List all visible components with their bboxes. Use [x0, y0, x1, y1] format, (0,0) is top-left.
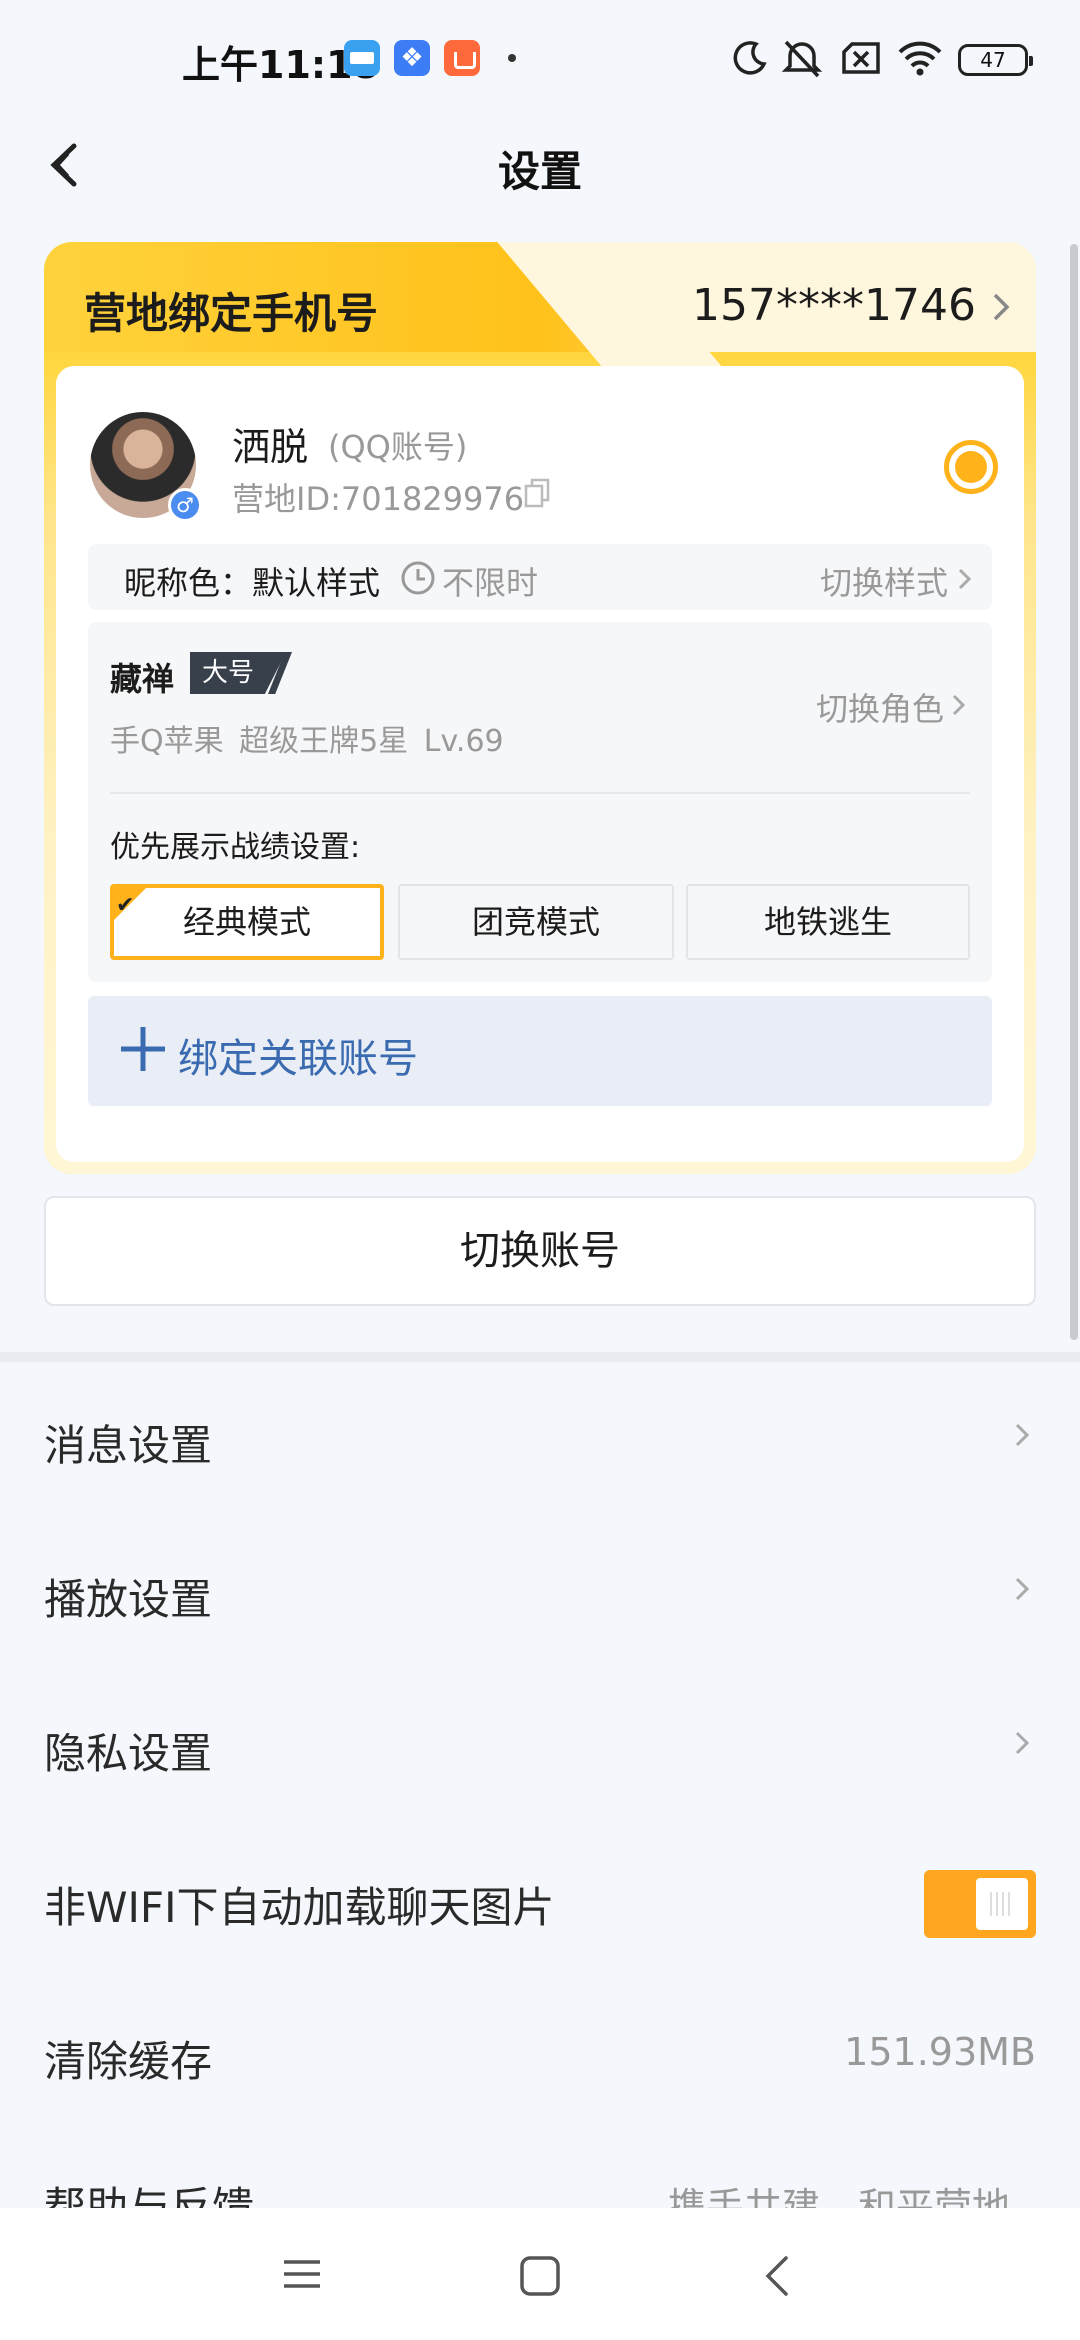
- toggle-knob: [976, 1878, 1028, 1930]
- chevron-right-icon: [1015, 1731, 1030, 1755]
- nickname-color-row[interactable]: 昵称色：默认样式 不限时 切换样式: [88, 544, 992, 610]
- account-type: (QQ账号): [328, 428, 468, 466]
- more-notifications-dot: [508, 54, 516, 62]
- cache-size: 151.93MB: [844, 2030, 1036, 2074]
- role-name: 藏禅: [110, 660, 175, 698]
- priority-record-label: 优先展示战绩设置:: [110, 830, 361, 865]
- settings-item-message[interactable]: 消息设置: [0, 1362, 1080, 1516]
- mode-classic-button[interactable]: ✔ 经典模式: [110, 884, 384, 960]
- nickname-duration: 不限时: [442, 564, 539, 602]
- shop-app-icon: [444, 40, 480, 76]
- settings-item-label: 非WIFI下自动加载聊天图片: [44, 1883, 555, 1932]
- settings-item-label: 隐私设置: [44, 1729, 213, 1778]
- bind-linked-account-label: 绑定关联账号: [178, 1036, 418, 1082]
- chevron-right-icon[interactable]: [990, 290, 1012, 324]
- help-slogan: 携手共建，和平营地: [667, 2185, 1010, 2210]
- sim-off-icon: [842, 42, 880, 74]
- account-selected-radio[interactable]: [944, 440, 998, 494]
- nickname-color-label: 昵称色：默认样式: [124, 564, 381, 602]
- divider: [110, 792, 970, 794]
- home-icon[interactable]: [518, 2254, 562, 2298]
- back-icon[interactable]: [762, 2254, 792, 2298]
- account-card: 营地绑定手机号 157****1746 ♂ 洒脱 (QQ账号) 营地ID:701…: [44, 242, 1036, 1174]
- battery-icon: 47: [958, 44, 1033, 76]
- scrollbar[interactable]: [1070, 244, 1078, 1340]
- mode-label: 地铁逃生: [763, 903, 892, 941]
- moon-icon: [733, 41, 767, 75]
- settings-item-label: 消息设置: [44, 1421, 213, 1470]
- blue-app-icon: [394, 40, 430, 76]
- role-detail: 手Q苹果 超级王牌5星 Lv.69: [110, 724, 504, 759]
- chevron-right-icon: [1015, 1423, 1030, 1447]
- bind-phone-label: 营地绑定手机号: [84, 289, 379, 338]
- settings-item-playback[interactable]: 播放设置: [0, 1516, 1080, 1670]
- settings-item-clear-cache[interactable]: 清除缓存 151.93MB: [0, 1978, 1080, 2132]
- plus-icon: [121, 1027, 165, 1071]
- auto-load-images-toggle[interactable]: [924, 1870, 1036, 1938]
- settings-item-label: 清除缓存: [44, 2037, 213, 2086]
- settings-item-label: 帮助与反馈: [44, 2183, 255, 2210]
- menu-icon[interactable]: [282, 2254, 322, 2294]
- camp-id: 营地ID:701829976: [232, 480, 525, 518]
- mute-icon: [781, 40, 823, 78]
- mode-team-button[interactable]: 团竞模式: [398, 884, 674, 960]
- copy-icon[interactable]: [524, 478, 550, 508]
- settings-item-help[interactable]: 帮助与反馈 携手共建，和平营地: [0, 2154, 1080, 2210]
- male-gender-icon: ♂: [168, 488, 202, 522]
- calendar-app-icon: [344, 40, 380, 76]
- bind-linked-account-button[interactable]: 绑定关联账号: [88, 996, 992, 1106]
- wifi-icon: [898, 41, 942, 76]
- switch-style-link[interactable]: 切换样式: [820, 558, 948, 604]
- switch-account-button[interactable]: 切换账号: [44, 1196, 1036, 1306]
- switch-role-link[interactable]: 切换角色: [816, 684, 944, 730]
- bound-phone-number[interactable]: 157****1746: [692, 280, 976, 331]
- mode-label: 经典模式: [182, 903, 311, 941]
- status-bar: 上午11:18 47: [0, 0, 1080, 120]
- section-divider: [0, 1352, 1080, 1362]
- game-role-panel: 藏禅 大号 手Q苹果 超级王牌5星 Lv.69 切换角色 优先展示战绩设置: ✔…: [88, 622, 992, 982]
- user-name: 洒脱: [232, 425, 309, 469]
- settings-item-auto-load-images: 非WIFI下自动加载聊天图片: [0, 1824, 1080, 1978]
- settings-item-label: 播放设置: [44, 1575, 213, 1624]
- page-title: 设置: [497, 147, 582, 196]
- chevron-right-icon: [958, 568, 972, 590]
- mode-label: 团竞模式: [471, 903, 600, 941]
- system-nav-bar: [0, 2208, 1080, 2340]
- account-card-body: ♂ 洒脱 (QQ账号) 营地ID:701829976 昵称色：默认样式 不限时 …: [56, 366, 1024, 1162]
- mode-metro-button[interactable]: 地铁逃生: [686, 884, 970, 960]
- chevron-right-icon: [952, 694, 966, 716]
- chevron-right-icon: [1015, 1577, 1030, 1601]
- settings-item-privacy[interactable]: 隐私设置: [0, 1670, 1080, 1824]
- clock-icon: [401, 561, 435, 595]
